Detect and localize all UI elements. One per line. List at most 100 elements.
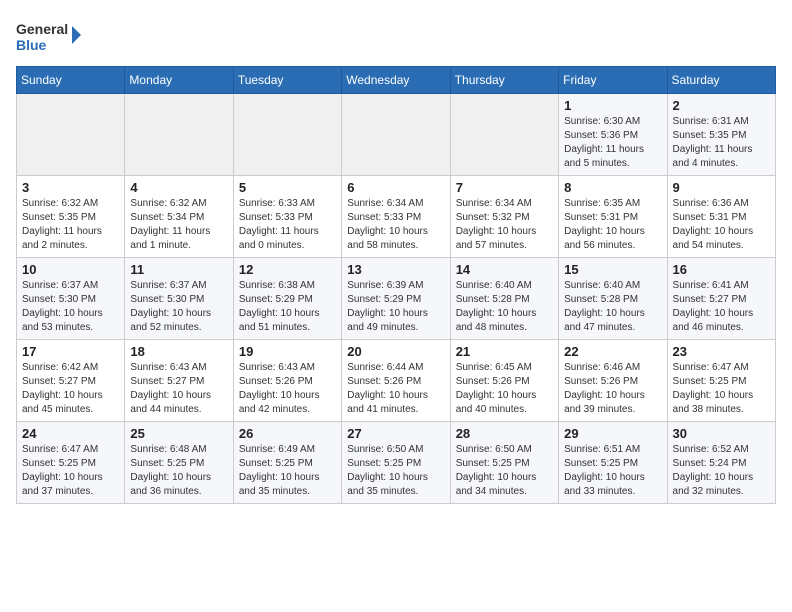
day-number: 30 bbox=[673, 426, 770, 441]
calendar-cell bbox=[342, 94, 450, 176]
calendar-cell: 3 Sunrise: 6:32 AM Sunset: 5:35 PM Daylig… bbox=[17, 176, 125, 258]
calendar-cell: 11Sunrise: 6:37 AM Sunset: 5:30 PM Dayli… bbox=[125, 258, 233, 340]
day-number: 6 bbox=[347, 180, 444, 195]
day-info: Sunrise: 6:51 AM Sunset: 5:25 PM Dayligh… bbox=[564, 443, 661, 499]
day-info: Sunrise: 6:39 AM Sunset: 5:29 PM Dayligh… bbox=[347, 279, 444, 335]
calendar-cell: 13 Sunrise: 6:39 AM Sunset: 5:29 PM Dayli… bbox=[342, 258, 450, 340]
calendar-cell: 23 Sunrise: 6:47 AM Sunset: 5:25 PM Dayli… bbox=[667, 340, 775, 422]
day-number: 4 bbox=[130, 180, 227, 195]
calendar-cell: 9 Sunrise: 6:36 AM Sunset: 5:31 PM Daylig… bbox=[667, 176, 775, 258]
day-number: 19 bbox=[239, 344, 336, 359]
logo-svg: GeneralBlue bbox=[16, 16, 86, 56]
calendar-week-row: 3 Sunrise: 6:32 AM Sunset: 5:35 PM Daylig… bbox=[17, 176, 776, 258]
day-number: 11 bbox=[130, 262, 227, 277]
day-number: 9 bbox=[673, 180, 770, 195]
weekday-header: Sunday bbox=[17, 67, 125, 94]
calendar-cell: 20 Sunrise: 6:44 AM Sunset: 5:26 PM Dayli… bbox=[342, 340, 450, 422]
calendar-week-row: 24Sunrise: 6:47 AM Sunset: 5:25 PM Dayli… bbox=[17, 422, 776, 504]
calendar-cell: 24Sunrise: 6:47 AM Sunset: 5:25 PM Dayli… bbox=[17, 422, 125, 504]
day-info: Sunrise: 6:41 AM Sunset: 5:27 PM Dayligh… bbox=[673, 279, 770, 335]
calendar-cell: 8 Sunrise: 6:35 AM Sunset: 5:31 PM Daylig… bbox=[559, 176, 667, 258]
day-number: 18 bbox=[130, 344, 227, 359]
day-number: 1 bbox=[564, 98, 661, 113]
day-number: 16 bbox=[673, 262, 770, 277]
day-info: Sunrise: 6:34 AM Sunset: 5:32 PM Dayligh… bbox=[456, 197, 553, 253]
day-number: 20 bbox=[347, 344, 444, 359]
calendar-cell: 17 Sunrise: 6:42 AM Sunset: 5:27 PM Dayli… bbox=[17, 340, 125, 422]
calendar-cell: 15Sunrise: 6:40 AM Sunset: 5:28 PM Dayli… bbox=[559, 258, 667, 340]
calendar-cell: 29 Sunrise: 6:51 AM Sunset: 5:25 PM Dayli… bbox=[559, 422, 667, 504]
day-number: 13 bbox=[347, 262, 444, 277]
svg-text:Blue: Blue bbox=[16, 37, 47, 53]
calendar-week-row: 17 Sunrise: 6:42 AM Sunset: 5:27 PM Dayli… bbox=[17, 340, 776, 422]
day-number: 27 bbox=[347, 426, 444, 441]
calendar-cell: 19 Sunrise: 6:43 AM Sunset: 5:26 PM Dayli… bbox=[233, 340, 341, 422]
calendar-cell bbox=[233, 94, 341, 176]
day-info: Sunrise: 6:36 AM Sunset: 5:31 PM Dayligh… bbox=[673, 197, 770, 253]
day-info: Sunrise: 6:46 AM Sunset: 5:26 PM Dayligh… bbox=[564, 361, 661, 417]
day-number: 21 bbox=[456, 344, 553, 359]
day-info: Sunrise: 6:40 AM Sunset: 5:28 PM Dayligh… bbox=[564, 279, 661, 335]
calendar-cell: 14 Sunrise: 6:40 AM Sunset: 5:28 PM Dayli… bbox=[450, 258, 558, 340]
calendar-cell: 2Sunrise: 6:31 AM Sunset: 5:35 PM Daylig… bbox=[667, 94, 775, 176]
calendar-table: SundayMondayTuesdayWednesdayThursdayFrid… bbox=[16, 66, 776, 504]
svg-text:General: General bbox=[16, 21, 68, 37]
weekday-header: Wednesday bbox=[342, 67, 450, 94]
calendar-cell: 26Sunrise: 6:49 AM Sunset: 5:25 PM Dayli… bbox=[233, 422, 341, 504]
weekday-header: Tuesday bbox=[233, 67, 341, 94]
day-number: 12 bbox=[239, 262, 336, 277]
weekday-header: Monday bbox=[125, 67, 233, 94]
weekday-header: Thursday bbox=[450, 67, 558, 94]
day-info: Sunrise: 6:32 AM Sunset: 5:35 PM Dayligh… bbox=[22, 197, 119, 253]
day-info: Sunrise: 6:35 AM Sunset: 5:31 PM Dayligh… bbox=[564, 197, 661, 253]
calendar-cell: 7Sunrise: 6:34 AM Sunset: 5:32 PM Daylig… bbox=[450, 176, 558, 258]
day-info: Sunrise: 6:47 AM Sunset: 5:25 PM Dayligh… bbox=[22, 443, 119, 499]
day-number: 3 bbox=[22, 180, 119, 195]
calendar-cell: 22 Sunrise: 6:46 AM Sunset: 5:26 PM Dayli… bbox=[559, 340, 667, 422]
day-number: 23 bbox=[673, 344, 770, 359]
calendar-cell bbox=[17, 94, 125, 176]
day-number: 5 bbox=[239, 180, 336, 195]
calendar-cell: 18 Sunrise: 6:43 AM Sunset: 5:27 PM Dayli… bbox=[125, 340, 233, 422]
page-header: GeneralBlue bbox=[16, 16, 776, 56]
calendar-cell: 28Sunrise: 6:50 AM Sunset: 5:25 PM Dayli… bbox=[450, 422, 558, 504]
day-info: Sunrise: 6:43 AM Sunset: 5:26 PM Dayligh… bbox=[239, 361, 336, 417]
weekday-header: Friday bbox=[559, 67, 667, 94]
logo: GeneralBlue bbox=[16, 16, 86, 56]
day-info: Sunrise: 6:50 AM Sunset: 5:25 PM Dayligh… bbox=[347, 443, 444, 499]
day-number: 28 bbox=[456, 426, 553, 441]
day-info: Sunrise: 6:40 AM Sunset: 5:28 PM Dayligh… bbox=[456, 279, 553, 335]
day-info: Sunrise: 6:37 AM Sunset: 5:30 PM Dayligh… bbox=[22, 279, 119, 335]
day-number: 17 bbox=[22, 344, 119, 359]
calendar-cell: 21 Sunrise: 6:45 AM Sunset: 5:26 PM Dayli… bbox=[450, 340, 558, 422]
day-number: 29 bbox=[564, 426, 661, 441]
calendar-header: SundayMondayTuesdayWednesdayThursdayFrid… bbox=[17, 67, 776, 94]
day-info: Sunrise: 6:48 AM Sunset: 5:25 PM Dayligh… bbox=[130, 443, 227, 499]
calendar-cell: 27 Sunrise: 6:50 AM Sunset: 5:25 PM Dayli… bbox=[342, 422, 450, 504]
day-number: 14 bbox=[456, 262, 553, 277]
day-info: Sunrise: 6:45 AM Sunset: 5:26 PM Dayligh… bbox=[456, 361, 553, 417]
calendar-cell: 5 Sunrise: 6:33 AM Sunset: 5:33 PM Daylig… bbox=[233, 176, 341, 258]
day-info: Sunrise: 6:42 AM Sunset: 5:27 PM Dayligh… bbox=[22, 361, 119, 417]
calendar-cell: 1 Sunrise: 6:30 AM Sunset: 5:36 PM Daylig… bbox=[559, 94, 667, 176]
calendar-cell: 30Sunrise: 6:52 AM Sunset: 5:24 PM Dayli… bbox=[667, 422, 775, 504]
day-number: 10 bbox=[22, 262, 119, 277]
day-info: Sunrise: 6:30 AM Sunset: 5:36 PM Dayligh… bbox=[564, 115, 661, 171]
day-number: 25 bbox=[130, 426, 227, 441]
day-info: Sunrise: 6:49 AM Sunset: 5:25 PM Dayligh… bbox=[239, 443, 336, 499]
calendar-cell: 16 Sunrise: 6:41 AM Sunset: 5:27 PM Dayli… bbox=[667, 258, 775, 340]
day-info: Sunrise: 6:43 AM Sunset: 5:27 PM Dayligh… bbox=[130, 361, 227, 417]
day-number: 22 bbox=[564, 344, 661, 359]
day-info: Sunrise: 6:47 AM Sunset: 5:25 PM Dayligh… bbox=[673, 361, 770, 417]
day-info: Sunrise: 6:44 AM Sunset: 5:26 PM Dayligh… bbox=[347, 361, 444, 417]
calendar-cell: 4Sunrise: 6:32 AM Sunset: 5:34 PM Daylig… bbox=[125, 176, 233, 258]
calendar-cell bbox=[125, 94, 233, 176]
day-number: 8 bbox=[564, 180, 661, 195]
calendar-cell: 12 Sunrise: 6:38 AM Sunset: 5:29 PM Dayli… bbox=[233, 258, 341, 340]
day-info: Sunrise: 6:34 AM Sunset: 5:33 PM Dayligh… bbox=[347, 197, 444, 253]
calendar-cell: 10 Sunrise: 6:37 AM Sunset: 5:30 PM Dayli… bbox=[17, 258, 125, 340]
calendar-cell: 6 Sunrise: 6:34 AM Sunset: 5:33 PM Daylig… bbox=[342, 176, 450, 258]
calendar-body: 1 Sunrise: 6:30 AM Sunset: 5:36 PM Daylig… bbox=[17, 94, 776, 504]
day-info: Sunrise: 6:33 AM Sunset: 5:33 PM Dayligh… bbox=[239, 197, 336, 253]
day-info: Sunrise: 6:38 AM Sunset: 5:29 PM Dayligh… bbox=[239, 279, 336, 335]
